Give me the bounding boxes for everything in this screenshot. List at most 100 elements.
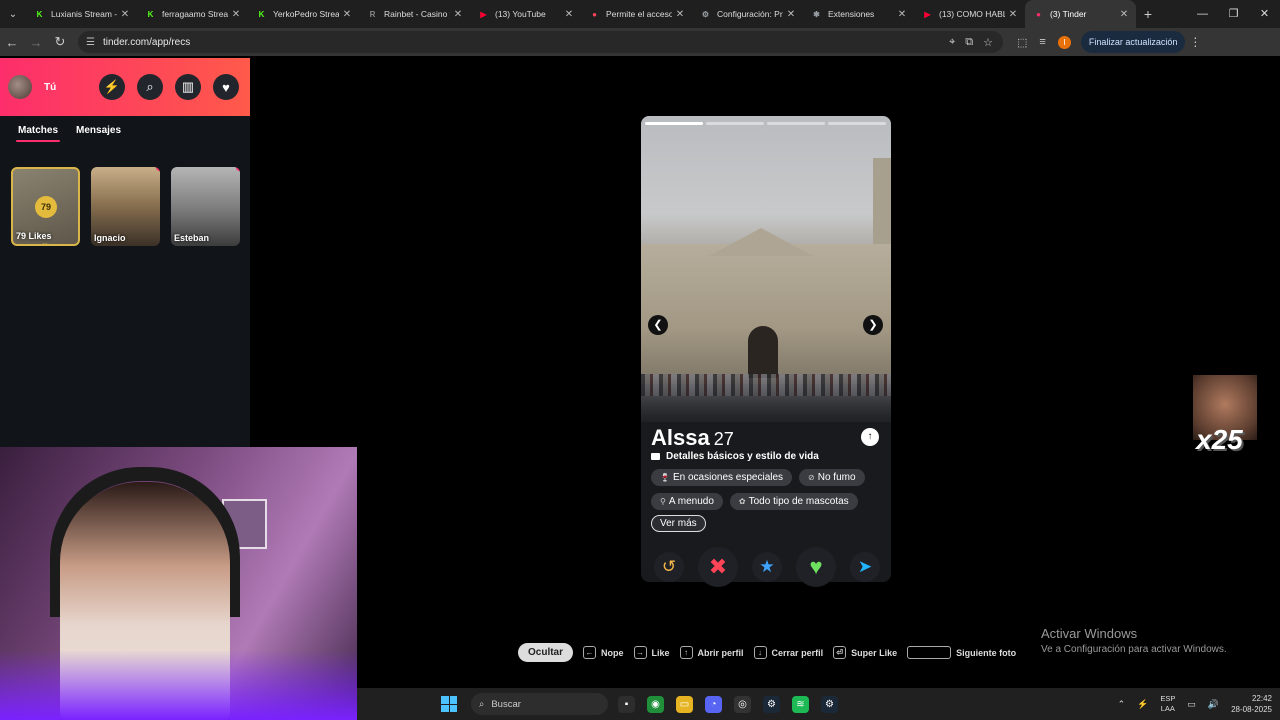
- tab-close-icon[interactable]: ✕: [228, 9, 244, 20]
- shortcut-label: Siguiente foto: [956, 647, 1017, 658]
- clock[interactable]: 22:42 28-08-2025: [1231, 693, 1272, 715]
- spotify-icon[interactable]: ≋: [792, 695, 809, 713]
- reading-list-icon[interactable]: ≡: [1039, 36, 1045, 48]
- browser-tab[interactable]: ✱ Extensiones ✕: [803, 0, 914, 28]
- tab-close-icon[interactable]: ✕: [1116, 9, 1132, 20]
- taskbar-search[interactable]: ⌕ Buscar: [471, 693, 608, 715]
- extensions-icon[interactable]: ⬚: [1017, 36, 1027, 49]
- tab-favicon-icon: ▶: [924, 9, 931, 19]
- tab-favicon-icon: ✱: [813, 9, 820, 19]
- new-tab-button[interactable]: +: [1136, 6, 1160, 22]
- browser-tab[interactable]: ● Permite el acceso ✕: [581, 0, 692, 28]
- search-icon: ⌕: [479, 698, 485, 710]
- start-button[interactable]: [441, 696, 457, 712]
- reload-button[interactable]: ↻: [48, 34, 72, 50]
- tab-title: (13) YouTube: [495, 9, 546, 19]
- new-match-dot: [236, 167, 240, 171]
- nope-button[interactable]: ✖: [698, 547, 738, 587]
- profile-avatar[interactable]: I: [1057, 35, 1071, 49]
- up-arrow-key-icon: ↑: [679, 646, 693, 659]
- tab-close-icon[interactable]: ✕: [561, 9, 577, 20]
- url-text[interactable]: tinder.com/app/recs: [103, 37, 190, 48]
- windows-activation-watermark: Activar Windows Ve a Configuración para …: [1041, 626, 1227, 655]
- user-avatar[interactable]: [8, 75, 32, 99]
- tab-favicon-icon: ▶: [480, 9, 487, 19]
- send-message-button[interactable]: ➤: [850, 552, 880, 582]
- forward-button[interactable]: →: [24, 35, 48, 50]
- obs-icon[interactable]: ◎: [734, 695, 751, 713]
- photo-indicator[interactable]: [828, 122, 886, 125]
- back-button[interactable]: ←: [0, 35, 24, 50]
- volume-icon[interactable]: 🔊: [1208, 699, 1219, 710]
- boost-icon[interactable]: ⚡: [99, 74, 125, 100]
- finish-update-button[interactable]: Finalizar actualización: [1080, 31, 1186, 53]
- chip-drinking: 🍷 En ocasiones especiales: [651, 469, 793, 486]
- tab-title: Rainbet - Casino y: [384, 9, 450, 19]
- steam-client-icon[interactable]: ⚙: [821, 695, 838, 713]
- like-button[interactable]: ♥: [796, 547, 836, 587]
- browser-tab[interactable]: ▶ (13) COMO HABL ✕: [914, 0, 1025, 28]
- system-tray: ⌃ ⚡ ESP LAA ▭ 🔊 22:42 28-08-2025: [1118, 693, 1280, 715]
- chrome-icon[interactable]: ◉: [647, 695, 664, 713]
- site-info-icon[interactable]: ☰: [86, 37, 95, 48]
- gift-icon[interactable]: ▥: [175, 74, 201, 100]
- see-more-button[interactable]: Ver más: [651, 515, 706, 532]
- shortcut-label: Like: [651, 647, 670, 658]
- browser-tab[interactable]: K Luxianis Stream - ✕: [26, 0, 137, 28]
- network-icon[interactable]: ⚡: [1137, 699, 1148, 710]
- activate-subtitle: Ve a Configuración para activar Windows.: [1041, 644, 1227, 655]
- browser-tab[interactable]: K YerkoPedro Strea ✕: [248, 0, 359, 28]
- task-view-icon[interactable]: ▪: [618, 695, 635, 713]
- profile-card[interactable]: ❮ ❯ Alssa 27 ↑ Detalles básicos y estilo …: [641, 116, 891, 582]
- monitor-icon[interactable]: ▭: [1187, 699, 1196, 710]
- browser-tab[interactable]: ▶ (13) YouTube ✕: [470, 0, 581, 28]
- prev-photo-icon[interactable]: ❮: [648, 315, 668, 335]
- super-like-button[interactable]: ★: [752, 552, 782, 582]
- chevron-up-icon[interactable]: ⌃: [1118, 699, 1126, 710]
- browser-tab[interactable]: ⚙ Configuración: Pr ✕: [692, 0, 803, 28]
- tab-messages[interactable]: Mensajes: [76, 125, 121, 147]
- match-card-esteban[interactable]: Esteban: [171, 167, 240, 246]
- likes-card[interactable]: 79 79 Likes ♥: [11, 167, 80, 246]
- tab-favicon-icon: R: [369, 9, 376, 19]
- tab-close-icon[interactable]: ✕: [672, 9, 688, 20]
- tab-close-icon[interactable]: ✕: [339, 9, 355, 20]
- address-bar[interactable]: ☰ tinder.com/app/recs ⌖ ⧉ ☆: [78, 31, 1003, 53]
- tab-close-icon[interactable]: ✕: [783, 9, 799, 20]
- steam-icon[interactable]: ⚙: [763, 695, 780, 713]
- tab-close-icon[interactable]: ✕: [1005, 9, 1021, 20]
- bookmark-star-icon[interactable]: ☆: [983, 36, 993, 49]
- browser-tab[interactable]: Kferragaamo Strea ✕: [137, 0, 248, 28]
- tab-close-icon[interactable]: ✕: [117, 9, 133, 20]
- minimize-button[interactable]: —: [1187, 0, 1218, 28]
- file-explorer-icon[interactable]: ▭: [676, 695, 693, 713]
- user-label[interactable]: Tú: [44, 82, 56, 93]
- safety-shield-icon[interactable]: ♥: [213, 74, 239, 100]
- photo-indicator[interactable]: [767, 122, 825, 125]
- tab-close-icon[interactable]: ✕: [894, 9, 910, 20]
- photo-indicator[interactable]: [706, 122, 764, 125]
- browser-menu-icon[interactable]: ⋮: [1189, 35, 1201, 49]
- open-profile-icon[interactable]: ↑: [861, 428, 879, 446]
- tab-close-icon[interactable]: ✕: [450, 9, 466, 20]
- tag-icon: [651, 453, 660, 460]
- hide-shortcuts-button[interactable]: Ocultar: [518, 643, 574, 662]
- explore-icon[interactable]: ⌕: [137, 74, 163, 100]
- next-photo-icon[interactable]: ❯: [863, 315, 883, 335]
- location-icon[interactable]: ⌖: [949, 36, 955, 49]
- install-app-icon[interactable]: ⧉: [965, 36, 973, 49]
- lang-code: ESP: [1160, 694, 1176, 703]
- discord-icon[interactable]: ◔: [705, 695, 722, 713]
- rewind-button[interactable]: ↺: [654, 552, 684, 582]
- photo-indicator[interactable]: [645, 122, 703, 125]
- close-window-button[interactable]: ✕: [1249, 0, 1280, 28]
- tab-search-button[interactable]: ⌄: [0, 0, 26, 28]
- maximize-button[interactable]: ❐: [1218, 0, 1249, 28]
- shortcut-label: Super Like: [851, 647, 898, 658]
- match-card-ignacio[interactable]: Ignacio: [91, 167, 160, 246]
- browser-tab[interactable]: ● (3) Tinder ✕: [1025, 0, 1136, 28]
- tab-title: ferragaamo Strea: [162, 9, 228, 19]
- tab-matches[interactable]: Matches: [15, 125, 61, 147]
- browser-tab[interactable]: R Rainbet - Casino y ✕: [359, 0, 470, 28]
- language-indicator[interactable]: ESP LAA: [1160, 694, 1175, 714]
